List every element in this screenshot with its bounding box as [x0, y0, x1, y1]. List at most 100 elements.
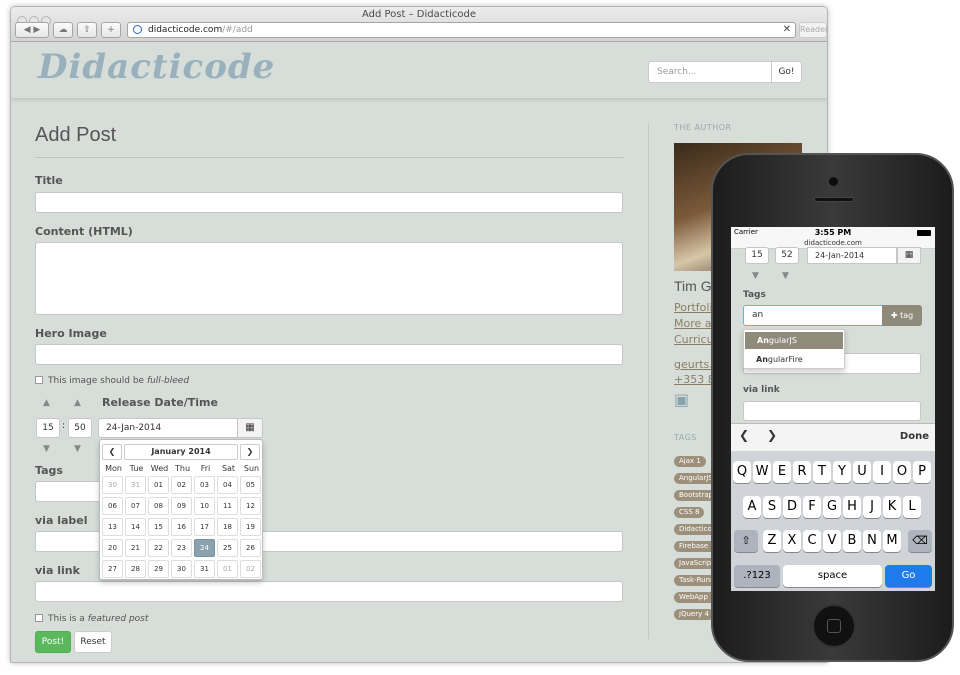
calendar-day[interactable]: 23: [171, 539, 192, 557]
key-n[interactable]: N: [863, 530, 881, 552]
calendar-day[interactable]: 01: [148, 476, 169, 494]
calendar-day[interactable]: 01: [217, 560, 238, 578]
key-s[interactable]: S: [763, 496, 781, 518]
calendar-day[interactable]: 03: [194, 476, 215, 494]
phone-calendar-icon[interactable]: ▦: [897, 247, 921, 264]
site-logo[interactable]: Didacticode: [38, 47, 275, 87]
key-q[interactable]: Q: [733, 461, 751, 483]
tag-pill[interactable]: jQuery 4: [674, 609, 714, 620]
add-icon[interactable]: +: [101, 22, 121, 38]
share-icon[interactable]: ⇪: [77, 22, 97, 38]
calendar-day[interactable]: 11: [217, 497, 238, 515]
calendar-day[interactable]: 31: [194, 560, 215, 578]
calendar-day[interactable]: 09: [171, 497, 192, 515]
calendar-day[interactable]: 02: [171, 476, 192, 494]
calendar-day[interactable]: 08: [148, 497, 169, 515]
key-x[interactable]: X: [783, 530, 801, 552]
key-f[interactable]: F: [803, 496, 821, 518]
date-input[interactable]: 24-Jan-2014: [98, 418, 238, 438]
prev-month-icon[interactable]: ❮: [102, 444, 122, 460]
shift-key-icon[interactable]: ⇧: [734, 530, 758, 552]
phone-tag-input[interactable]: an: [743, 305, 883, 326]
phone-hour-input[interactable]: 15: [745, 247, 769, 264]
hour-input[interactable]: 15: [36, 418, 60, 438]
author-link[interactable]: Portfoli: [674, 301, 713, 314]
key-r[interactable]: R: [793, 461, 811, 483]
title-input[interactable]: [35, 192, 623, 213]
key-a[interactable]: A: [743, 496, 761, 518]
calendar-day[interactable]: 15: [148, 518, 169, 536]
calendar-day[interactable]: 26: [240, 539, 261, 557]
minute-input[interactable]: 50: [68, 418, 92, 438]
calendar-day[interactable]: 17: [194, 518, 215, 536]
key-p[interactable]: P: [913, 461, 931, 483]
next-month-icon[interactable]: ❯: [240, 444, 260, 460]
close-icon[interactable]: ✕: [783, 23, 791, 37]
suggestion-item[interactable]: AngularJS: [745, 332, 843, 349]
calendar-icon[interactable]: ▦: [237, 418, 263, 438]
calendar-day[interactable]: 29: [148, 560, 169, 578]
calendar-day[interactable]: 31: [125, 476, 146, 494]
key-i[interactable]: I: [873, 461, 891, 483]
fullbleed-checkbox[interactable]: This image should be full-bleed: [35, 376, 189, 386]
tag-pill[interactable]: Ajax 1: [674, 456, 706, 467]
key-o[interactable]: O: [893, 461, 911, 483]
space-key[interactable]: space: [783, 565, 882, 587]
key-y[interactable]: Y: [833, 461, 851, 483]
backspace-key-icon[interactable]: ⌫: [908, 530, 932, 552]
key-g[interactable]: G: [823, 496, 841, 518]
key-v[interactable]: V: [823, 530, 841, 552]
go-key[interactable]: Go: [885, 565, 932, 587]
previous-chevron-icon[interactable]: ❮: [739, 428, 749, 442]
search-go-button[interactable]: Go!: [771, 61, 802, 83]
key-e[interactable]: E: [773, 461, 791, 483]
content-textarea[interactable]: [35, 242, 623, 315]
calendar-day[interactable]: 04: [217, 476, 238, 494]
key-b[interactable]: B: [843, 530, 861, 552]
reset-button[interactable]: Reset: [74, 631, 112, 653]
key-u[interactable]: U: [853, 461, 871, 483]
minute-up-chevron-icon[interactable]: ▲: [74, 398, 81, 408]
calendar-day[interactable]: 05: [240, 476, 261, 494]
calendar-day[interactable]: 14: [125, 518, 146, 536]
phone-date-input[interactable]: 24-Jan-2014: [807, 247, 897, 264]
calendar-day[interactable]: 28: [125, 560, 146, 578]
key-m[interactable]: M: [883, 530, 901, 552]
calendar-day[interactable]: 06: [102, 497, 123, 515]
key-j[interactable]: J: [863, 496, 881, 518]
calendar-day[interactable]: 30: [102, 476, 123, 494]
address-bar[interactable]: didacticode.com/#/add ✕: [127, 22, 796, 38]
key-t[interactable]: T: [813, 461, 831, 483]
calendar-day[interactable]: 24: [194, 539, 215, 557]
numbers-key[interactable]: .?123: [734, 565, 780, 587]
calendar-day[interactable]: 21: [125, 539, 146, 557]
search-input[interactable]: Search...: [648, 61, 772, 83]
back-forward-button[interactable]: ◀ ▶: [15, 22, 49, 38]
home-button[interactable]: [812, 604, 856, 648]
calendar-day[interactable]: 07: [125, 497, 146, 515]
cloud-icon[interactable]: ☁: [53, 22, 73, 38]
phone-via-link-input[interactable]: [743, 401, 921, 421]
calendar-day[interactable]: 30: [171, 560, 192, 578]
calendar-day[interactable]: 16: [171, 518, 192, 536]
add-tag-button[interactable]: ✚ tag: [882, 305, 922, 326]
done-button[interactable]: Done: [900, 431, 929, 442]
calendar-day[interactable]: 13: [102, 518, 123, 536]
tag-pill[interactable]: CSS 8: [674, 507, 705, 518]
hour-up-chevron-icon[interactable]: ▲: [43, 398, 50, 408]
hour-down-chevron-icon[interactable]: ▼: [43, 444, 50, 454]
calendar-day[interactable]: 25: [217, 539, 238, 557]
key-l[interactable]: L: [903, 496, 921, 518]
key-z[interactable]: Z: [763, 530, 781, 552]
reader-button[interactable]: Reader: [799, 22, 827, 38]
calendar-day[interactable]: 19: [240, 518, 261, 536]
key-c[interactable]: C: [803, 530, 821, 552]
post-button[interactable]: Post!: [35, 631, 71, 653]
author-link[interactable]: Curricu: [674, 333, 714, 346]
month-title[interactable]: January 2014: [124, 444, 238, 460]
key-h[interactable]: H: [843, 496, 861, 518]
calendar-day[interactable]: 27: [102, 560, 123, 578]
phone-minute-input[interactable]: 52: [775, 247, 799, 264]
next-chevron-icon[interactable]: ❯: [767, 428, 777, 442]
via-link-input[interactable]: [35, 581, 623, 602]
